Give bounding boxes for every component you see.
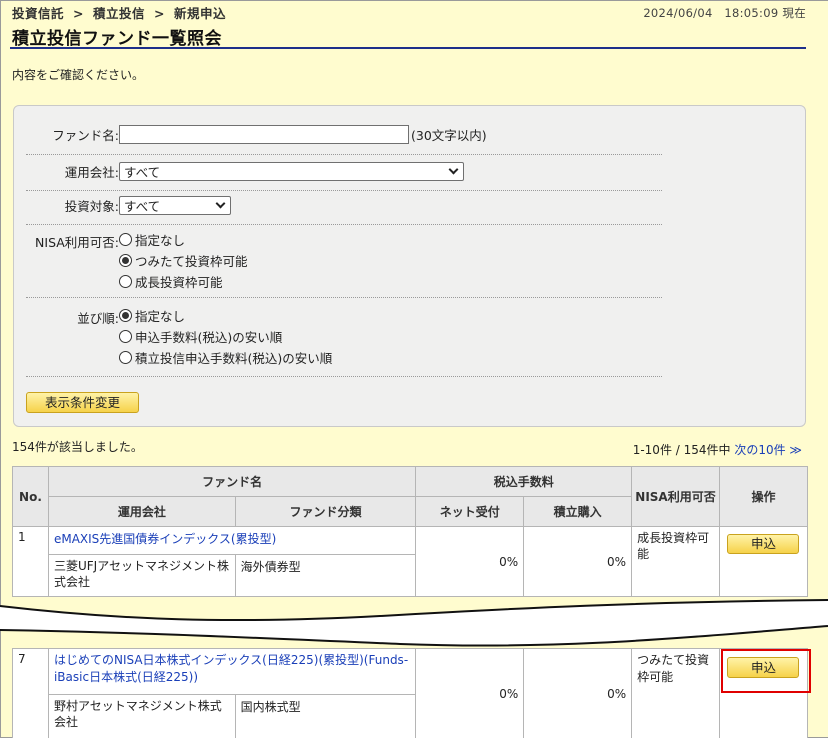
next-page-link[interactable]: 次の10件 ≫ [734,443,802,457]
header-category: ファンド分類 [234,496,417,527]
breadcrumb-separator: > [154,6,165,21]
header-nisa: NISA利用可否 [631,466,720,527]
fund-table: No. ファンド名 税込手数料 NISA利用可否 操作 運用会社 ファンド分類 … [12,466,809,597]
chevron-down-icon [215,198,226,209]
nisa-radio-group: 指定なし つみたて投資枠可能 成長投資枠可能 [119,229,248,292]
result-count: 154件が該当しました。 [12,440,143,454]
change-conditions-button[interactable]: 表示条件変更 [26,392,139,413]
pager-range: 1-10件 / 154件中 [632,443,731,457]
table-row: 7 はじめてのNISA日本株式インデックス(日経225)(累投型)(Funds-… [12,648,809,738]
page-title: 積立投信ファンド一覧照会 [12,29,222,49]
radio-selected-icon[interactable] [119,309,132,322]
target-label: 投資対象: [64,199,119,214]
fund-name-label: ファンド名: [52,128,119,143]
company-name: 三菱UFJアセットマネジメント株式会社 [47,554,236,597]
breadcrumb: 投資信託 > 積立投信 > 新規申込 [12,3,226,22]
intro-text: 内容をご確認ください。 [12,68,145,82]
title-divider [10,47,806,49]
pager: 1-10件 / 154件中 次の10件 ≫ [633,441,802,458]
breadcrumb-item-tsumitate[interactable]: 積立投信 [93,6,145,21]
header-fund-name: ファンド名 [47,466,417,497]
sort-option-fee[interactable]: 申込手数料(税込)の安い順 [119,326,332,347]
nisa-status: 成長投資枠可能 [631,526,720,597]
fund-name-link[interactable]: eMAXIS先進国債券インデックス(累投型) [54,532,276,546]
radio-icon[interactable] [119,233,132,246]
net-fee: 0% [415,648,525,738]
nisa-option-tsumitate[interactable]: つみたて投資枠可能 [119,250,248,271]
apply-button[interactable]: 申込 [727,534,800,554]
fund-table-continued: 7 はじめてのNISA日本株式インデックス(日経225)(累投型)(Funds-… [12,648,809,738]
tsumitate-fee: 0% [523,648,633,738]
nisa-option-none[interactable]: 指定なし [119,229,248,250]
company-name: 野村アセットマネジメント株式会社 [47,694,236,738]
sort-label: 並び順: [77,311,119,326]
header-company: 運用会社 [47,496,236,527]
row-no: 7 [12,648,49,738]
table-row: 1 eMAXIS先進国債券インデックス(累投型) 0% 0% 成長投資枠可能 申… [12,526,809,597]
company-select-value: すべて [124,165,161,180]
search-panel: ファンド名: (30文字以内) 運用会社: すべて 投資対象: すべて NISA… [13,105,806,427]
header-action: 操作 [718,466,809,527]
radio-icon[interactable] [119,275,132,288]
net-fee: 0% [415,526,525,597]
company-select[interactable]: すべて [119,162,464,181]
fund-category: 海外債券型 [234,554,417,597]
tsumitate-fee: 0% [523,526,633,597]
nisa-option-growth[interactable]: 成長投資枠可能 [119,271,248,292]
company-label: 運用会社: [64,165,119,180]
header-fee: 税込手数料 [415,466,633,497]
chevron-down-icon [448,164,459,175]
nisa-status: つみたて投資枠可能 [631,648,720,738]
header-tsumitate: 積立購入 [523,496,633,527]
breadcrumb-item-investment-trust[interactable]: 投資信託 [12,6,64,21]
current-datetime: 2024/06/04 18:05:09 現在 [643,6,806,20]
radio-selected-icon[interactable] [119,254,132,267]
sort-option-none[interactable]: 指定なし [119,305,332,326]
header-no: No. [12,466,49,527]
target-select-value: すべて [124,199,161,214]
fund-name-input[interactable] [119,125,409,144]
highlight-box [721,649,811,693]
sort-option-tsumitate-fee[interactable]: 積立投信申込手数料(税込)の安い順 [119,347,332,368]
row-no: 1 [12,526,49,597]
fund-category: 国内株式型 [234,694,417,738]
nisa-label: NISA利用可否: [35,235,119,250]
radio-icon[interactable] [119,351,132,364]
breadcrumb-separator: > [73,6,84,21]
header-net: ネット受付 [415,496,525,527]
sort-radio-group: 指定なし 申込手数料(税込)の安い順 積立投信申込手数料(税込)の安い順 [119,305,332,368]
breadcrumb-item-new-application: 新規申込 [174,6,227,21]
cut-divider [0,599,828,647]
fund-name-hint: (30文字以内) [411,128,487,143]
radio-icon[interactable] [119,330,132,343]
fund-name-link[interactable]: はじめてのNISA日本株式インデックス(日経225)(累投型)(Funds-iB… [54,653,408,684]
target-select[interactable]: すべて [119,196,231,215]
